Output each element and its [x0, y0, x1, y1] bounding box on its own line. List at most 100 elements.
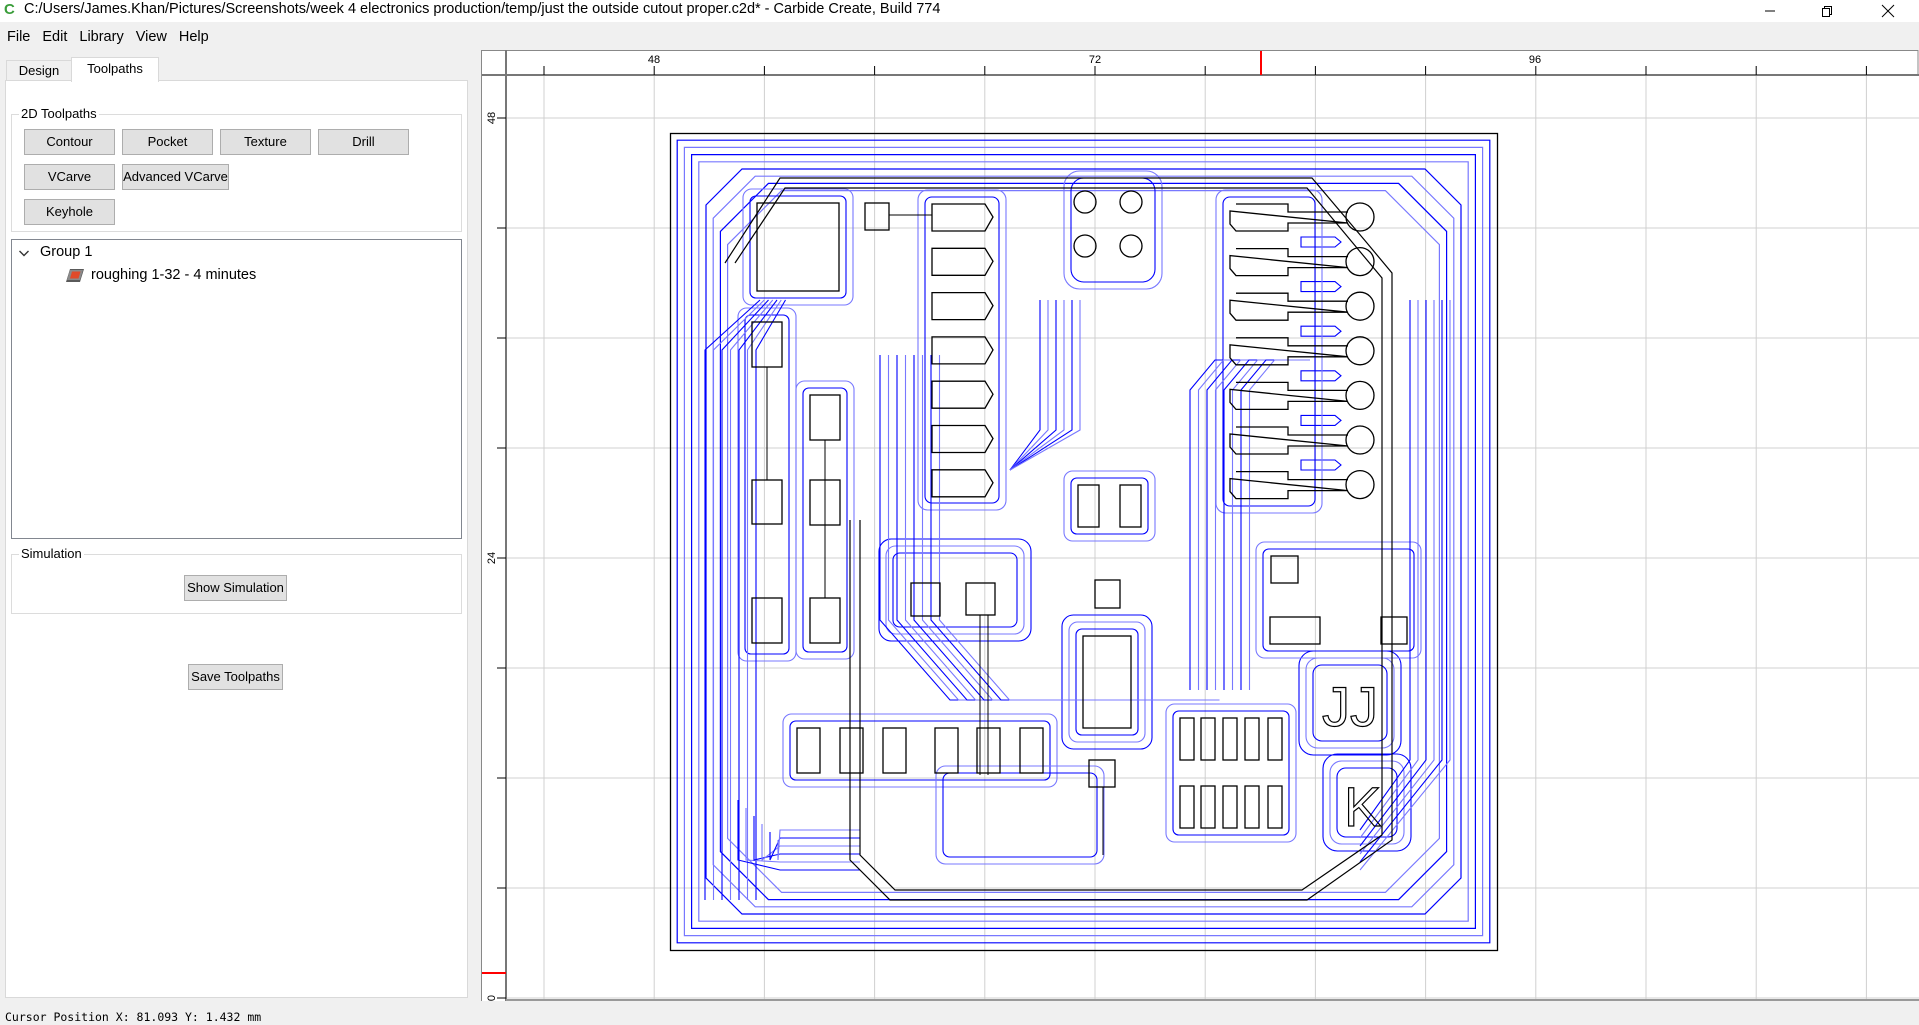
- contour-button[interactable]: Contour: [24, 129, 115, 155]
- carbide-create-icon: C: [4, 1, 15, 18]
- menu-file[interactable]: File: [0, 26, 36, 48]
- pcb-text-k: K: [1344, 775, 1381, 838]
- pcb-pad: [1229, 381, 1349, 411]
- pcb-pad: [809, 394, 841, 441]
- pcb-pad: [882, 727, 907, 774]
- pcb-geometry[interactable]: JJ K: [724, 177, 1408, 901]
- ruler-top[interactable]: [481, 50, 1919, 75]
- toolpath-offset: [1359, 300, 1427, 847]
- toolpath-contour: [1215, 189, 1323, 514]
- toolpath-contour: [1068, 621, 1146, 743]
- tab-design[interactable]: Design: [6, 60, 72, 81]
- advanced-vcarve-button[interactable]: Advanced VCarve: [122, 164, 229, 190]
- toolpath-contour: [1172, 710, 1290, 836]
- keyhole-button[interactable]: Keyhole: [24, 199, 115, 225]
- pcb-pad: [1229, 426, 1349, 455]
- pcb-slot: [1179, 717, 1195, 761]
- pcb-pad: [1270, 555, 1299, 584]
- design-canvas[interactable]: JJ K 48 72 96 48 24 0: [481, 50, 1919, 1001]
- pcb-pad: [1269, 616, 1321, 645]
- pcb-text-jj: JJ: [1322, 675, 1378, 738]
- menu-library[interactable]: Library: [73, 26, 129, 48]
- toolpath-contour: [942, 772, 1098, 858]
- pcb-pad: [809, 597, 841, 644]
- pcb-slot: [1244, 717, 1260, 761]
- toolpath-contour: [1262, 548, 1415, 652]
- show-simulation-button[interactable]: Show Simulation: [184, 575, 287, 601]
- pcb-pad: [965, 582, 996, 616]
- ruler-y-label-0: 0: [486, 995, 498, 1001]
- pcb-pad: [1229, 203, 1349, 232]
- pcb-pad: [1077, 484, 1100, 528]
- tree-item-label: roughing 1-32 - 4 minutes: [91, 267, 257, 283]
- toolpath-contour: [1063, 170, 1163, 290]
- toolpath-contour: [742, 188, 854, 306]
- toolpath-tree[interactable]: Group 1 roughing 1-32 - 4 minutes: [11, 239, 462, 539]
- tree-group-1[interactable]: Group 1: [18, 244, 318, 264]
- vcarve-button[interactable]: VCarve: [24, 164, 115, 190]
- minimize-button[interactable]: [1747, 0, 1793, 22]
- pcb-hole: [1345, 336, 1375, 366]
- chevron-down-icon[interactable]: [18, 249, 30, 259]
- pcb-pad: [1229, 470, 1349, 500]
- pcb-pad: [756, 202, 840, 292]
- pcb-pad: [931, 380, 994, 409]
- ruler-ticks: [497, 66, 1867, 999]
- toolpath-pocket-icon: [66, 269, 84, 282]
- pcb-pad: [1082, 635, 1132, 729]
- toolpath-offset: [1009, 300, 1041, 471]
- pcb-pad: [931, 291, 994, 321]
- pcb-pad: [1094, 579, 1121, 609]
- toolpath-contour: [924, 196, 1000, 504]
- toolpath-contour: [789, 720, 1051, 781]
- pcb-slot: [1267, 785, 1283, 829]
- close-icon: [1881, 4, 1895, 18]
- pcb-pad: [1380, 616, 1408, 645]
- toolpaths-2d-title: 2D Toolpaths: [19, 106, 99, 121]
- toolpath-contour: [1070, 477, 1149, 535]
- toolpath-offset: [1009, 300, 1073, 471]
- toolpath-offset: [777, 829, 860, 861]
- toolpath-contour: [782, 713, 1058, 788]
- toolpath-contour: [1075, 628, 1139, 736]
- menu-view[interactable]: View: [130, 26, 173, 48]
- restore-icon: [1822, 6, 1832, 17]
- texture-button[interactable]: Texture: [220, 129, 311, 155]
- save-toolpaths-button[interactable]: Save Toolpaths: [188, 664, 283, 690]
- ruler-y-label-24: 24: [486, 552, 498, 564]
- toolpath-offset: [1359, 300, 1419, 839]
- pcb-hole: [1119, 234, 1143, 258]
- pocket-button[interactable]: Pocket: [122, 129, 213, 155]
- title-bar: C C:/Users/James.Khan/Pictures/Screensho…: [0, 0, 1919, 22]
- simulation-title: Simulation: [19, 546, 84, 561]
- menu-bar: File Edit Library View Help: [0, 26, 215, 48]
- menu-help[interactable]: Help: [173, 26, 215, 48]
- cursor-position-readout: Cursor Position X: 81.093 Y: 1.432 mm: [5, 1010, 262, 1024]
- pcb-slot: [1244, 785, 1260, 829]
- restore-button[interactable]: [1804, 0, 1850, 22]
- pcb-slot: [1222, 717, 1238, 761]
- pcb-pad: [1119, 484, 1142, 528]
- ruler-left[interactable]: [481, 50, 506, 1001]
- ruler-x-label-72: 72: [1089, 54, 1101, 66]
- close-button[interactable]: [1865, 0, 1911, 22]
- pcb-hole: [1345, 425, 1375, 455]
- toolpath-offset: [1359, 300, 1411, 831]
- pcb-slot: [1200, 785, 1216, 829]
- drill-button[interactable]: Drill: [318, 129, 409, 155]
- toolpath-contour: [1255, 541, 1422, 659]
- tree-group-label: Group 1: [40, 244, 93, 260]
- pcb-hole: [1345, 291, 1375, 321]
- pcb-pad: [796, 727, 821, 774]
- menu-edit[interactable]: Edit: [36, 26, 73, 48]
- tab-toolpaths[interactable]: Toolpaths: [71, 57, 159, 82]
- pcb-pad: [931, 247, 994, 276]
- ruler-x-label-96: 96: [1529, 54, 1541, 66]
- toolpath-contour: [1165, 703, 1297, 843]
- pcb-pad: [1229, 292, 1349, 321]
- pcb-hole: [1345, 202, 1375, 232]
- tree-item-toolpath[interactable]: roughing 1-32 - 4 minutes: [65, 266, 365, 288]
- toolpath-offset: [755, 299, 786, 900]
- canvas-svg[interactable]: JJ K 48 72 96 48 24 0: [481, 50, 1919, 1001]
- pcb-hole: [1345, 469, 1375, 500]
